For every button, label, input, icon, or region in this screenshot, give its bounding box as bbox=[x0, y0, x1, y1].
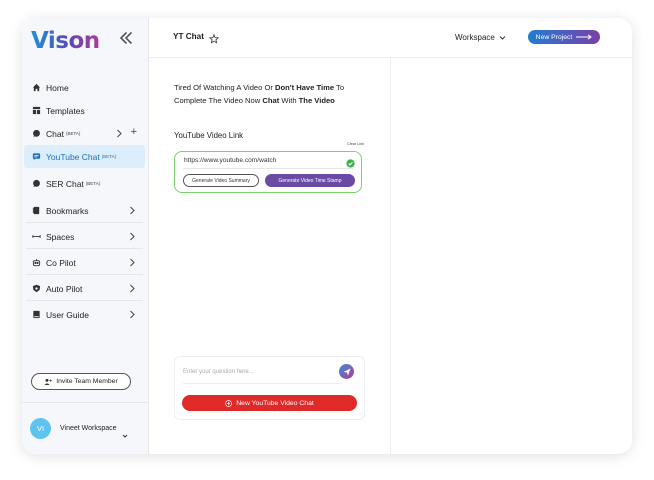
workspace-dropdown[interactable]: Workspace bbox=[455, 33, 506, 42]
input-underline bbox=[183, 383, 342, 384]
vison-logo[interactable]: Vison bbox=[31, 28, 100, 54]
sidebar-item-co-pilot[interactable]: Co Pilot bbox=[24, 251, 145, 274]
copilot-icon bbox=[31, 258, 41, 268]
chat-column: Tired Of Watching A Video Or Don't Have … bbox=[149, 58, 391, 454]
sidebar-item-user-guide[interactable]: User Guide bbox=[24, 303, 145, 326]
chevron-right-icon[interactable] bbox=[128, 206, 136, 215]
app-window: Vison Home Templates Chat (BETA) + YouTu… bbox=[22, 18, 632, 454]
youtube-url-input[interactable]: https://www.youtube.com/watch bbox=[184, 157, 276, 164]
avatar[interactable]: VI bbox=[30, 418, 51, 439]
send-button[interactable] bbox=[339, 364, 354, 379]
sidebar-item-youtube-chat[interactable]: YouTube Chat (BETA) bbox=[24, 145, 145, 168]
chat-bubble-icon bbox=[31, 129, 41, 139]
workspace-name: Vineet Workspace bbox=[60, 425, 117, 432]
chevron-down-icon bbox=[499, 35, 506, 40]
invite-team-member-button[interactable]: Invite Team Member bbox=[31, 373, 131, 390]
top-bar: YT Chat Workspace New Project bbox=[149, 18, 632, 58]
workspace-dropdown-label: Workspace bbox=[455, 33, 495, 42]
youtube-link-panel: https://www.youtube.com/watch Generate V… bbox=[174, 151, 362, 193]
sidebar-item-label: SER Chat bbox=[46, 178, 84, 189]
check-circle-icon bbox=[346, 155, 355, 168]
new-project-label: New Project bbox=[535, 33, 573, 41]
youtube-chat-icon bbox=[31, 152, 41, 162]
templates-icon bbox=[31, 106, 41, 116]
send-icon bbox=[343, 368, 350, 375]
sidebar-item-home[interactable]: Home bbox=[24, 76, 145, 99]
chevron-right-icon[interactable] bbox=[128, 310, 136, 319]
ser-chat-icon bbox=[31, 179, 41, 189]
sidebar-item-label: Templates bbox=[46, 105, 85, 116]
sidebar-item-label: Co Pilot bbox=[46, 257, 76, 268]
plus-circle-icon bbox=[225, 399, 233, 407]
chevron-right-icon[interactable] bbox=[115, 129, 123, 138]
sidebar-item-templates[interactable]: Templates bbox=[24, 99, 145, 122]
question-input[interactable]: Enter your question here... bbox=[183, 369, 254, 375]
new-youtube-chat-button[interactable]: New YouTube Video Chat bbox=[182, 395, 357, 411]
sidebar-item-label: YouTube Chat bbox=[46, 151, 100, 162]
sidebar-item-label: Chat bbox=[46, 128, 64, 139]
new-project-button[interactable]: New Project bbox=[528, 30, 600, 44]
main-content: YT Chat Workspace New Project Tired Of W… bbox=[149, 18, 632, 454]
beta-badge: (BETA) bbox=[65, 131, 81, 136]
workspace-switcher[interactable]: VI Vineet Workspace bbox=[22, 402, 149, 454]
collapse-sidebar-icon[interactable] bbox=[118, 30, 134, 46]
input-underline bbox=[183, 168, 353, 169]
spaces-icon bbox=[31, 232, 41, 242]
sidebar-item-label: Auto Pilot bbox=[46, 283, 83, 294]
sidebar-item-label: Spaces bbox=[46, 231, 75, 242]
sidebar-item-spaces[interactable]: Spaces bbox=[24, 225, 145, 248]
home-icon bbox=[31, 83, 41, 93]
generate-summary-button[interactable]: Generate Video Summary bbox=[183, 174, 259, 187]
beta-badge: (BETA) bbox=[101, 154, 117, 159]
sidebar-item-label: Home bbox=[46, 82, 69, 93]
sidebar-item-bookmarks[interactable]: Bookmarks bbox=[24, 199, 145, 222]
add-chat-icon[interactable]: + bbox=[131, 126, 137, 138]
invite-label: Invite Team Member bbox=[56, 378, 118, 385]
youtube-link-label: YouTube Video Link bbox=[174, 131, 244, 140]
chevron-down-icon[interactable] bbox=[122, 426, 128, 438]
sidebar-item-chat[interactable]: Chat (BETA) + bbox=[24, 122, 145, 145]
add-user-icon bbox=[44, 378, 53, 386]
arrow-right-icon bbox=[576, 34, 593, 40]
bookmark-icon bbox=[31, 206, 41, 216]
question-panel: Enter your question here... New YouTube … bbox=[174, 356, 365, 420]
chevron-right-icon[interactable] bbox=[128, 232, 136, 241]
chevron-right-icon[interactable] bbox=[128, 258, 136, 267]
autopilot-icon bbox=[31, 284, 41, 294]
generate-timestamp-button[interactable]: Generate Video Time Stamp bbox=[265, 174, 355, 187]
beta-badge: (BETA) bbox=[85, 181, 101, 186]
intro-text: Tired Of Watching A Video Or Don't Have … bbox=[174, 83, 345, 105]
sidebar-nav: Home Templates Chat (BETA) + YouTube Chat… bbox=[22, 76, 149, 326]
book-icon bbox=[31, 310, 41, 320]
sidebar-item-label: Bookmarks bbox=[46, 205, 89, 216]
clear-link-button[interactable]: Clear Link bbox=[347, 142, 364, 146]
sidebar: Vison Home Templates Chat (BETA) + YouTu… bbox=[22, 18, 149, 454]
new-chat-label: New YouTube Video Chat bbox=[236, 399, 314, 407]
sidebar-item-ser-chat[interactable]: SER Chat (BETA) bbox=[24, 172, 145, 195]
sidebar-item-auto-pilot[interactable]: Auto Pilot bbox=[24, 277, 145, 300]
page-title: YT Chat bbox=[173, 32, 204, 41]
star-icon[interactable] bbox=[208, 31, 220, 44]
chevron-right-icon[interactable] bbox=[128, 284, 136, 293]
sidebar-item-label: User Guide bbox=[46, 309, 89, 320]
